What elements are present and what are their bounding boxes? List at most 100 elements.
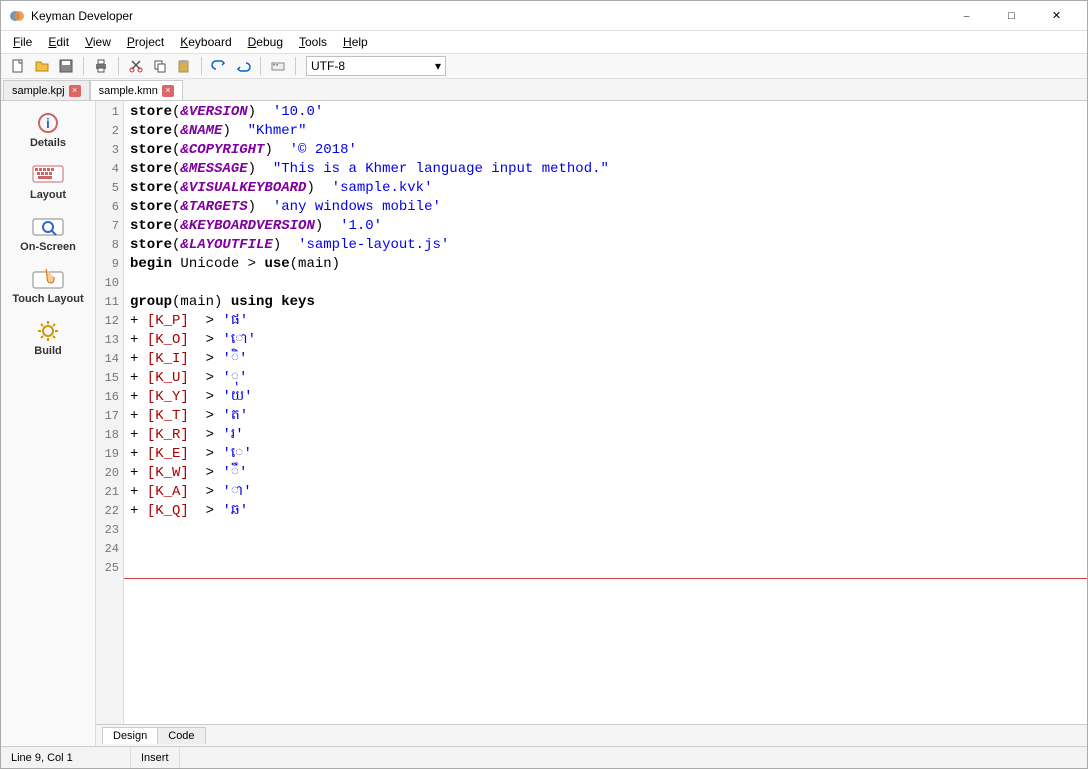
code-line[interactable]: store(&VERSION) '10.0' [130, 103, 1081, 122]
code-line[interactable]: store(&KEYBOARDVERSION) '1.0' [130, 217, 1081, 236]
close-button[interactable]: ✕ [1034, 2, 1079, 30]
code-line[interactable]: + [K_O] > 'ោ' [130, 331, 1081, 350]
menu-debug[interactable]: Debug [240, 33, 291, 51]
line-number: 13 [100, 331, 119, 350]
code-line[interactable]: store(&NAME) "Khmer" [130, 122, 1081, 141]
side-nav-build[interactable]: Build [1, 313, 95, 365]
side-nav-label: Layout [30, 189, 66, 201]
edit-mode: Insert [131, 747, 180, 768]
view-tab-code[interactable]: Code [157, 727, 205, 744]
line-number: 20 [100, 464, 119, 483]
code-line[interactable]: + [K_A] > 'ា' [130, 483, 1081, 502]
code-line[interactable]: + [K_T] > 'ត' [130, 407, 1081, 426]
menubar: FileEditViewProjectKeyboardDebugToolsHel… [1, 31, 1087, 53]
cut-button[interactable] [125, 55, 147, 77]
redo-button[interactable] [232, 55, 254, 77]
code-line[interactable]: store(&MESSAGE) "This is a Khmer languag… [130, 160, 1081, 179]
code-line[interactable]: store(&TARGETS) 'any windows mobile' [130, 198, 1081, 217]
file-tab-label: sample.kmn [99, 85, 158, 97]
line-number: 25 [100, 559, 119, 578]
line-number: 23 [100, 521, 119, 540]
minimize-button[interactable]: – [944, 2, 989, 30]
line-number: 10 [100, 274, 119, 293]
side-nav-layout[interactable]: Layout [1, 157, 95, 209]
code-line[interactable] [130, 521, 1081, 540]
maximize-button[interactable]: □ [989, 2, 1034, 30]
side-nav-touch-layout[interactable]: Touch Layout [1, 261, 95, 313]
line-number: 11 [100, 293, 119, 312]
code-line[interactable]: begin Unicode > use(main) [130, 255, 1081, 274]
code-line[interactable]: store(&LAYOUTFILE) 'sample-layout.js' [130, 236, 1081, 255]
line-number: 14 [100, 350, 119, 369]
code-line[interactable]: store(&VISUALKEYBOARD) 'sample.kvk' [130, 179, 1081, 198]
new-file-button[interactable] [7, 55, 29, 77]
run-button[interactable] [267, 55, 289, 77]
view-tab-design[interactable]: Design [102, 727, 158, 744]
code-line[interactable] [130, 559, 1081, 578]
statusbar: Line 9, Col 1 Insert [1, 746, 1087, 768]
code-line[interactable]: + [K_P] > 'ផ' [130, 312, 1081, 331]
layout-icon [32, 163, 64, 187]
line-number: 1 [100, 103, 119, 122]
code-line[interactable]: + [K_U] > 'ុ' [130, 369, 1081, 388]
line-number: 4 [100, 160, 119, 179]
line-gutter: 1234567891011121314151617181920212223242… [96, 101, 124, 724]
print-button[interactable] [90, 55, 112, 77]
encoding-select[interactable]: UTF-8 ▾ [306, 56, 446, 76]
file-tab-sample-kpj[interactable]: sample.kpj× [3, 80, 90, 100]
side-nav: iDetails Layout On-Screen Touch Layout Build [1, 101, 96, 746]
code-line[interactable] [130, 274, 1081, 293]
save-button[interactable] [55, 55, 77, 77]
side-nav-label: Touch Layout [12, 293, 83, 305]
side-nav-label: Build [34, 345, 62, 357]
close-icon[interactable]: × [162, 85, 174, 97]
side-nav-label: Details [30, 137, 66, 149]
menu-view[interactable]: View [77, 33, 119, 51]
line-number: 7 [100, 217, 119, 236]
open-file-button[interactable] [31, 55, 53, 77]
chevron-down-icon: ▾ [435, 59, 441, 73]
line-number: 3 [100, 141, 119, 160]
file-tab-sample-kmn[interactable]: sample.kmn × [90, 80, 183, 100]
app-icon [9, 8, 25, 24]
side-nav-details[interactable]: iDetails [1, 105, 95, 157]
menu-tools[interactable]: Tools [291, 33, 335, 51]
code-line[interactable] [130, 540, 1081, 559]
titlebar: Keyman Developer – □ ✕ [1, 1, 1087, 31]
side-nav-on-screen[interactable]: On-Screen [1, 209, 95, 261]
line-number: 8 [100, 236, 119, 255]
code-content[interactable]: store(&VERSION) '10.0'store(&NAME) "Khme… [124, 101, 1087, 724]
line-number: 12 [100, 312, 119, 331]
code-line[interactable]: store(&COPYRIGHT) '© 2018' [130, 141, 1081, 160]
code-line[interactable]: + [K_W] > 'ឹ' [130, 464, 1081, 483]
line-number: 24 [100, 540, 119, 559]
menu-help[interactable]: Help [335, 33, 376, 51]
menu-project[interactable]: Project [119, 33, 172, 51]
code-line[interactable]: + [K_R] > 'រ' [130, 426, 1081, 445]
menu-edit[interactable]: Edit [40, 33, 77, 51]
line-number: 15 [100, 369, 119, 388]
line-number: 2 [100, 122, 119, 141]
encoding-value: UTF-8 [311, 59, 345, 73]
code-line[interactable]: group(main) using keys [130, 293, 1081, 312]
code-line[interactable]: + [K_Q] > 'ឆ' [130, 502, 1081, 521]
code-editor[interactable]: 1234567891011121314151617181920212223242… [96, 101, 1087, 724]
eof-marker [124, 578, 1087, 579]
paste-button[interactable] [173, 55, 195, 77]
line-number: 5 [100, 179, 119, 198]
toolbar: UTF-8 ▾ [1, 53, 1087, 79]
line-number: 16 [100, 388, 119, 407]
line-number: 21 [100, 483, 119, 502]
file-tab-bar: sample.kpj× sample.kmn × [1, 79, 1087, 101]
menu-file[interactable]: File [5, 33, 40, 51]
line-number: 18 [100, 426, 119, 445]
line-number: 17 [100, 407, 119, 426]
code-line[interactable]: + [K_Y] > 'យ' [130, 388, 1081, 407]
close-icon[interactable]: × [69, 85, 81, 97]
undo-button[interactable] [208, 55, 230, 77]
build-icon [32, 319, 64, 343]
copy-button[interactable] [149, 55, 171, 77]
code-line[interactable]: + [K_I] > 'ិ' [130, 350, 1081, 369]
menu-keyboard[interactable]: Keyboard [172, 33, 239, 51]
code-line[interactable]: + [K_E] > 'េ' [130, 445, 1081, 464]
